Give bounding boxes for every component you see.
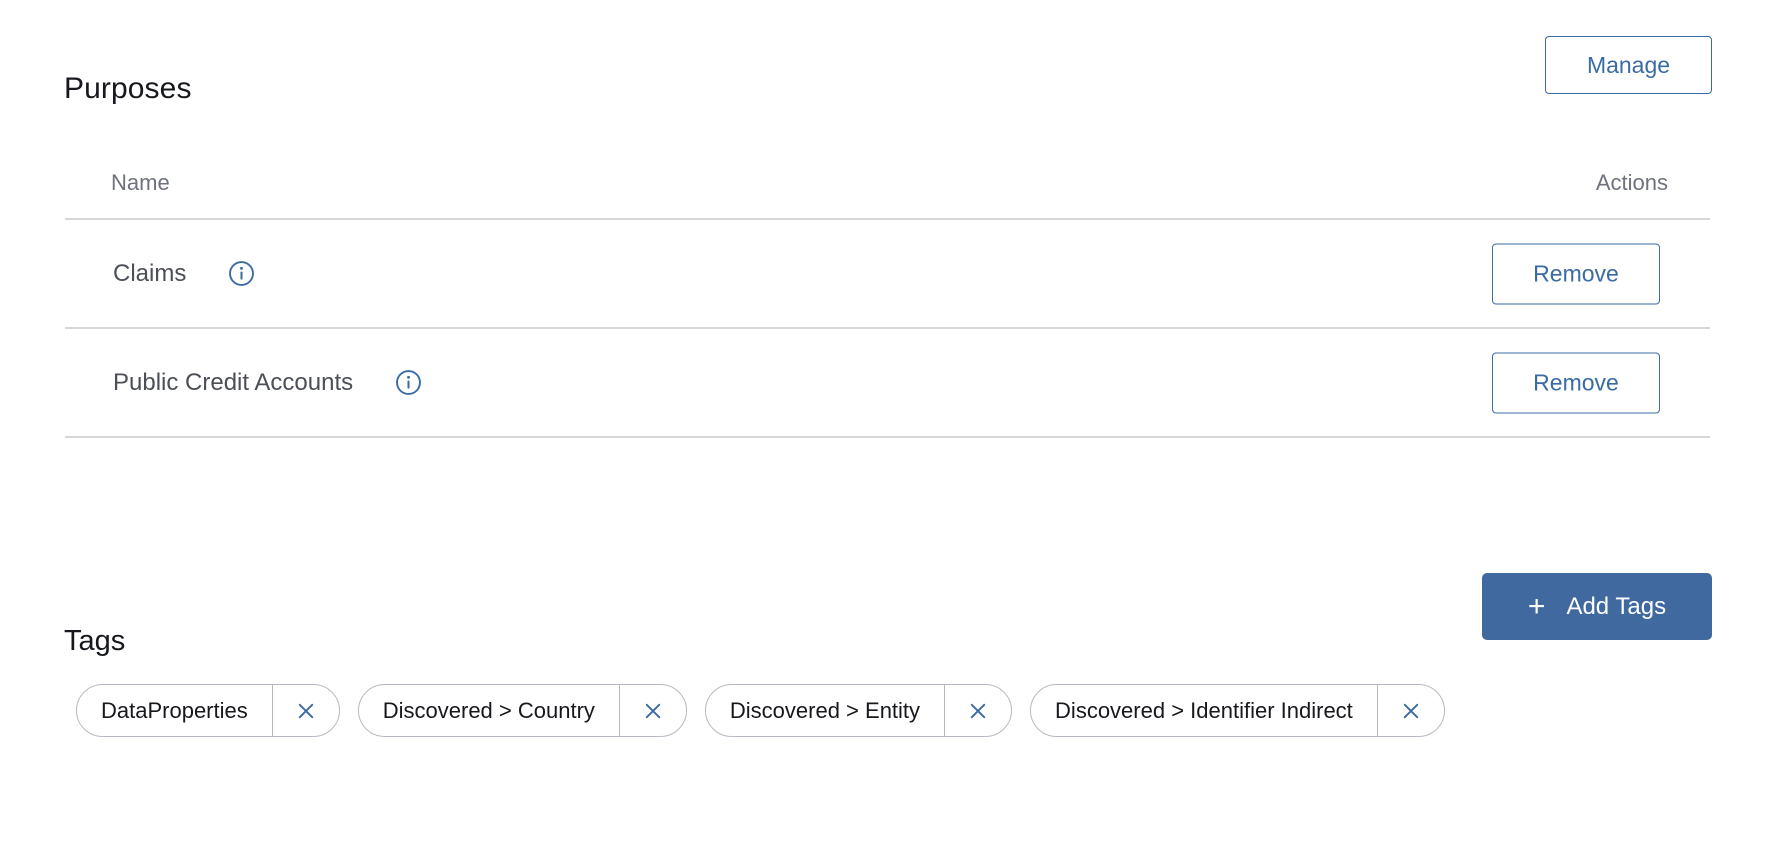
purpose-name-cell: Claims: [113, 260, 255, 288]
page-root: Purposes Manage Name Actions Claims Remo…: [0, 0, 1770, 849]
close-x-icon[interactable]: [271, 685, 339, 736]
table-row: Public Credit Accounts Remove: [65, 329, 1710, 438]
table-header-row: Name Actions: [65, 140, 1710, 220]
add-tags-button[interactable]: + Add Tags: [1482, 573, 1712, 640]
purpose-actions-cell: Remove: [1492, 243, 1660, 304]
column-header-actions: Actions: [1595, 170, 1668, 195]
column-header-name: Name: [111, 170, 170, 195]
purpose-name-label: Claims: [113, 259, 187, 287]
tag-list: DataProperties Discovered > Country Disc…: [76, 684, 1445, 737]
tag-label: Discovered > Country: [382, 697, 595, 723]
tag-label: DataProperties: [101, 697, 248, 723]
tag-chip: Discovered > Country: [357, 684, 687, 737]
purposes-table: Name Actions Claims Remove Public Credit…: [65, 140, 1710, 438]
info-circle-icon[interactable]: [395, 369, 422, 396]
info-circle-icon[interactable]: [228, 260, 255, 287]
purposes-title: Purposes: [64, 71, 192, 105]
add-tags-label: Add Tags: [1566, 592, 1667, 620]
purpose-name-label: Public Credit Accounts: [113, 368, 354, 396]
close-x-icon[interactable]: [618, 685, 686, 736]
plus-icon: +: [1527, 589, 1546, 623]
tag-chip: Discovered > Entity: [704, 684, 1013, 737]
tag-label: Discovered > Entity: [729, 697, 921, 723]
purposes-section-header: Purposes Manage: [0, 0, 1770, 105]
tag-chip: Discovered > Identifier Indirect: [1030, 684, 1445, 737]
tag-label: Discovered > Identifier Indirect: [1055, 697, 1353, 723]
tags-title: Tags: [64, 625, 126, 658]
tag-chip: DataProperties: [76, 684, 340, 737]
close-x-icon[interactable]: [944, 685, 1011, 736]
purposes-section: Purposes Manage Name Actions Claims Remo…: [0, 0, 1770, 438]
remove-button[interactable]: Remove: [1492, 352, 1660, 413]
purpose-actions-cell: Remove: [1492, 352, 1660, 413]
remove-button[interactable]: Remove: [1492, 243, 1660, 304]
close-x-icon[interactable]: [1376, 685, 1444, 736]
table-row: Claims Remove: [65, 220, 1710, 329]
manage-button[interactable]: Manage: [1545, 36, 1712, 94]
purpose-name-cell: Public Credit Accounts: [113, 369, 422, 397]
